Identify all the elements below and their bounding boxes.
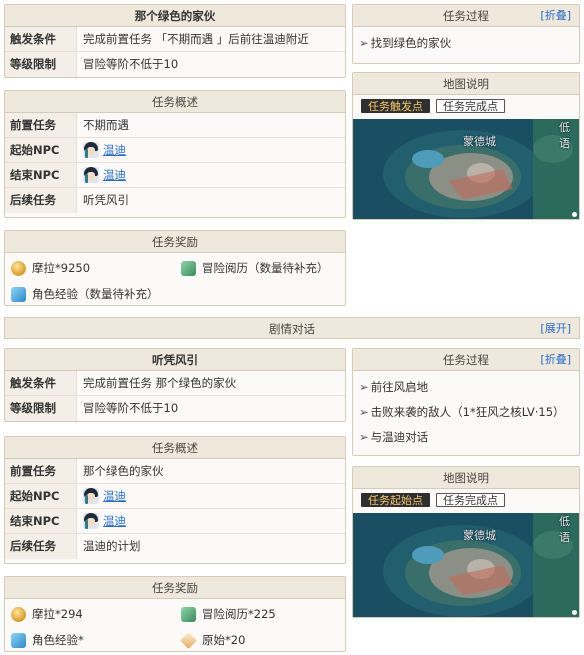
mora-coin-icon	[11, 260, 26, 276]
arrow-icon: ➢	[359, 36, 369, 50]
dialogue-title: 剧情对话	[269, 322, 315, 336]
process-step: ➢ 与温迪对话	[359, 430, 429, 444]
quest2-rewards-panel: 任务奖励 摩拉*294 冒险阅历*225 角色经验* 原始*20	[4, 576, 346, 652]
dialogue-expand-toggle[interactable]: [展开]	[540, 318, 571, 340]
map-label-mondstadt: 蒙德城	[463, 135, 496, 148]
map-tab-complete[interactable]: 任务完成点	[436, 99, 505, 113]
map-tab-trigger[interactable]: 任务触发点	[361, 99, 430, 113]
map-marker-dot	[572, 610, 577, 615]
trigger-label: 触发条件	[5, 371, 77, 395]
start-npc-row: 起始NPC 温迪	[5, 484, 345, 509]
next-value: 听凭风引	[83, 193, 129, 207]
start-npc-label: 起始NPC	[5, 484, 77, 508]
quest2-process-panel: 任务过程 [折叠] ➢ 前往风启地 ➢ 击败来袭的敌人（1*狂风之核LV·15） ➢…	[352, 348, 580, 456]
adventure-exp-icon	[181, 606, 196, 622]
adventure-exp-icon	[181, 260, 196, 276]
mora-coin-icon	[11, 606, 26, 622]
start-npc-link[interactable]: 温迪	[103, 138, 126, 163]
reward-adventure-exp: 冒险阅历（数量待补充）	[175, 255, 345, 281]
map-label-whispering: 低语	[559, 515, 570, 544]
prev-value: 不期而遇	[83, 117, 129, 132]
arrow-icon: ➢	[359, 430, 369, 444]
prev-label: 前置任务	[5, 459, 77, 483]
quest1-process-panel: 任务过程 [折叠] ➢ 找到绿色的家伙	[352, 4, 580, 64]
level-label: 等级限制	[5, 396, 77, 421]
start-npc-label: 起始NPC	[5, 138, 77, 162]
end-npc-row: 结束NPC 温迪	[5, 509, 345, 534]
prev-value: 那个绿色的家伙	[83, 463, 164, 478]
quest2-overview-panel: 任务概述 前置任务 那个绿色的家伙 起始NPC 温迪 结束NPC 温迪 后续任务…	[4, 436, 346, 564]
reward-mora: 摩拉*9250	[5, 255, 175, 281]
map-title: 地图说明	[353, 467, 579, 489]
quest1-info-panel: 那个绿色的家伙 触发条件 完成前置任务 「不期而遇 」后前往温迪附近 等级限制 …	[4, 4, 346, 78]
next-value: 温迪的计划	[83, 539, 141, 553]
venti-avatar-icon	[83, 167, 99, 183]
dialogue-bar: 剧情对话 [展开]	[4, 317, 580, 339]
quest2-map-panel: 地图说明 任务起始点 任务完成点 蒙德城 低语	[352, 466, 580, 618]
start-npc-link[interactable]: 温迪	[103, 484, 126, 509]
quest1-rewards-panel: 任务奖励 摩拉*9250 冒险阅历（数量待补充） 角色经验（数量待补充）	[4, 230, 346, 306]
quest1-overview-panel: 任务概述 前置任务 不期而遇 起始NPC 温迪 结束NPC 温迪 后续任务 听凭…	[4, 90, 346, 218]
process-title: 任务过程 [折叠]	[353, 5, 579, 27]
trigger-label: 触发条件	[5, 27, 77, 51]
map-marker-dot	[572, 212, 577, 217]
quest1-title: 那个绿色的家伙	[5, 5, 345, 27]
primogem-icon	[180, 631, 197, 649]
overview-title: 任务概述	[5, 437, 345, 459]
quest2-map-image: 蒙德城 低语	[353, 513, 579, 617]
process-title: 任务过程 [折叠]	[353, 349, 579, 371]
next-quest-row: 后续任务 听凭风引	[5, 188, 345, 213]
character-exp-icon	[11, 632, 26, 648]
process-step: ➢ 击败来袭的敌人（1*狂风之核LV·15）	[359, 405, 565, 419]
map-label-mondstadt: 蒙德城	[463, 529, 496, 542]
arrow-icon: ➢	[359, 380, 369, 394]
quest1-map-image: 蒙德城 低语	[353, 119, 579, 219]
reward-primogem: 原始*20	[175, 627, 345, 653]
level-label: 等级限制	[5, 52, 77, 77]
quest2-level-row: 等级限制 冒险等阶不低于10	[5, 396, 345, 421]
process-collapse-toggle[interactable]: [折叠]	[540, 349, 571, 371]
quest1-trigger-row: 触发条件 完成前置任务 「不期而遇 」后前往温迪附近	[5, 27, 345, 52]
quest2-title: 听凭风引	[5, 349, 345, 371]
level-value: 冒险等阶不低于10	[83, 57, 179, 71]
level-value: 冒险等阶不低于10	[83, 401, 179, 415]
map-label-whispering: 低语	[559, 121, 570, 150]
quest2-trigger-row: 触发条件 完成前置任务 那个绿色的家伙	[5, 371, 345, 396]
venti-avatar-icon	[83, 142, 99, 158]
prev-label: 前置任务	[5, 113, 77, 137]
rewards-title: 任务奖励	[5, 231, 345, 253]
end-npc-link[interactable]: 温迪	[103, 509, 126, 534]
end-npc-label: 结束NPC	[5, 509, 77, 533]
process-step: ➢ 前往风启地	[359, 380, 429, 394]
process-step: ➢ 找到绿色的家伙	[359, 36, 452, 50]
reward-mora: 摩拉*294	[5, 601, 175, 627]
quest2-info-panel: 听凭风引 触发条件 完成前置任务 那个绿色的家伙 等级限制 冒险等阶不低于10	[4, 348, 346, 422]
venti-avatar-icon	[83, 513, 99, 529]
rewards-title: 任务奖励	[5, 577, 345, 599]
overview-title: 任务概述	[5, 91, 345, 113]
next-label: 后续任务	[5, 534, 77, 559]
prev-quest-row: 前置任务 那个绿色的家伙	[5, 459, 345, 484]
prev-quest-row: 前置任务 不期而遇	[5, 113, 345, 138]
arrow-icon: ➢	[359, 405, 369, 419]
reward-char-exp: 角色经验*	[5, 627, 175, 653]
trigger-value: 完成前置任务 「不期而遇 」后前往温迪附近	[83, 31, 309, 46]
trigger-value: 完成前置任务 那个绿色的家伙	[83, 375, 237, 390]
quest1-map-panel: 地图说明 任务触发点 任务完成点 蒙德城 低语	[352, 72, 580, 220]
end-npc-link[interactable]: 温迪	[103, 163, 126, 188]
next-label: 后续任务	[5, 188, 77, 213]
map-title: 地图说明	[353, 73, 579, 95]
character-exp-icon	[11, 286, 26, 302]
quest1-level-row: 等级限制 冒险等阶不低于10	[5, 52, 345, 77]
venti-avatar-icon	[83, 488, 99, 504]
end-npc-row: 结束NPC 温迪	[5, 163, 345, 188]
reward-adventure-exp: 冒险阅历*225	[175, 601, 345, 627]
map-tab-start[interactable]: 任务起始点	[361, 493, 430, 507]
map-tab-complete[interactable]: 任务完成点	[436, 493, 505, 507]
start-npc-row: 起始NPC 温迪	[5, 138, 345, 163]
end-npc-label: 结束NPC	[5, 163, 77, 187]
process-collapse-toggle[interactable]: [折叠]	[540, 5, 571, 27]
reward-char-exp: 角色经验（数量待补充）	[5, 281, 175, 307]
next-quest-row: 后续任务 温迪的计划	[5, 534, 345, 559]
